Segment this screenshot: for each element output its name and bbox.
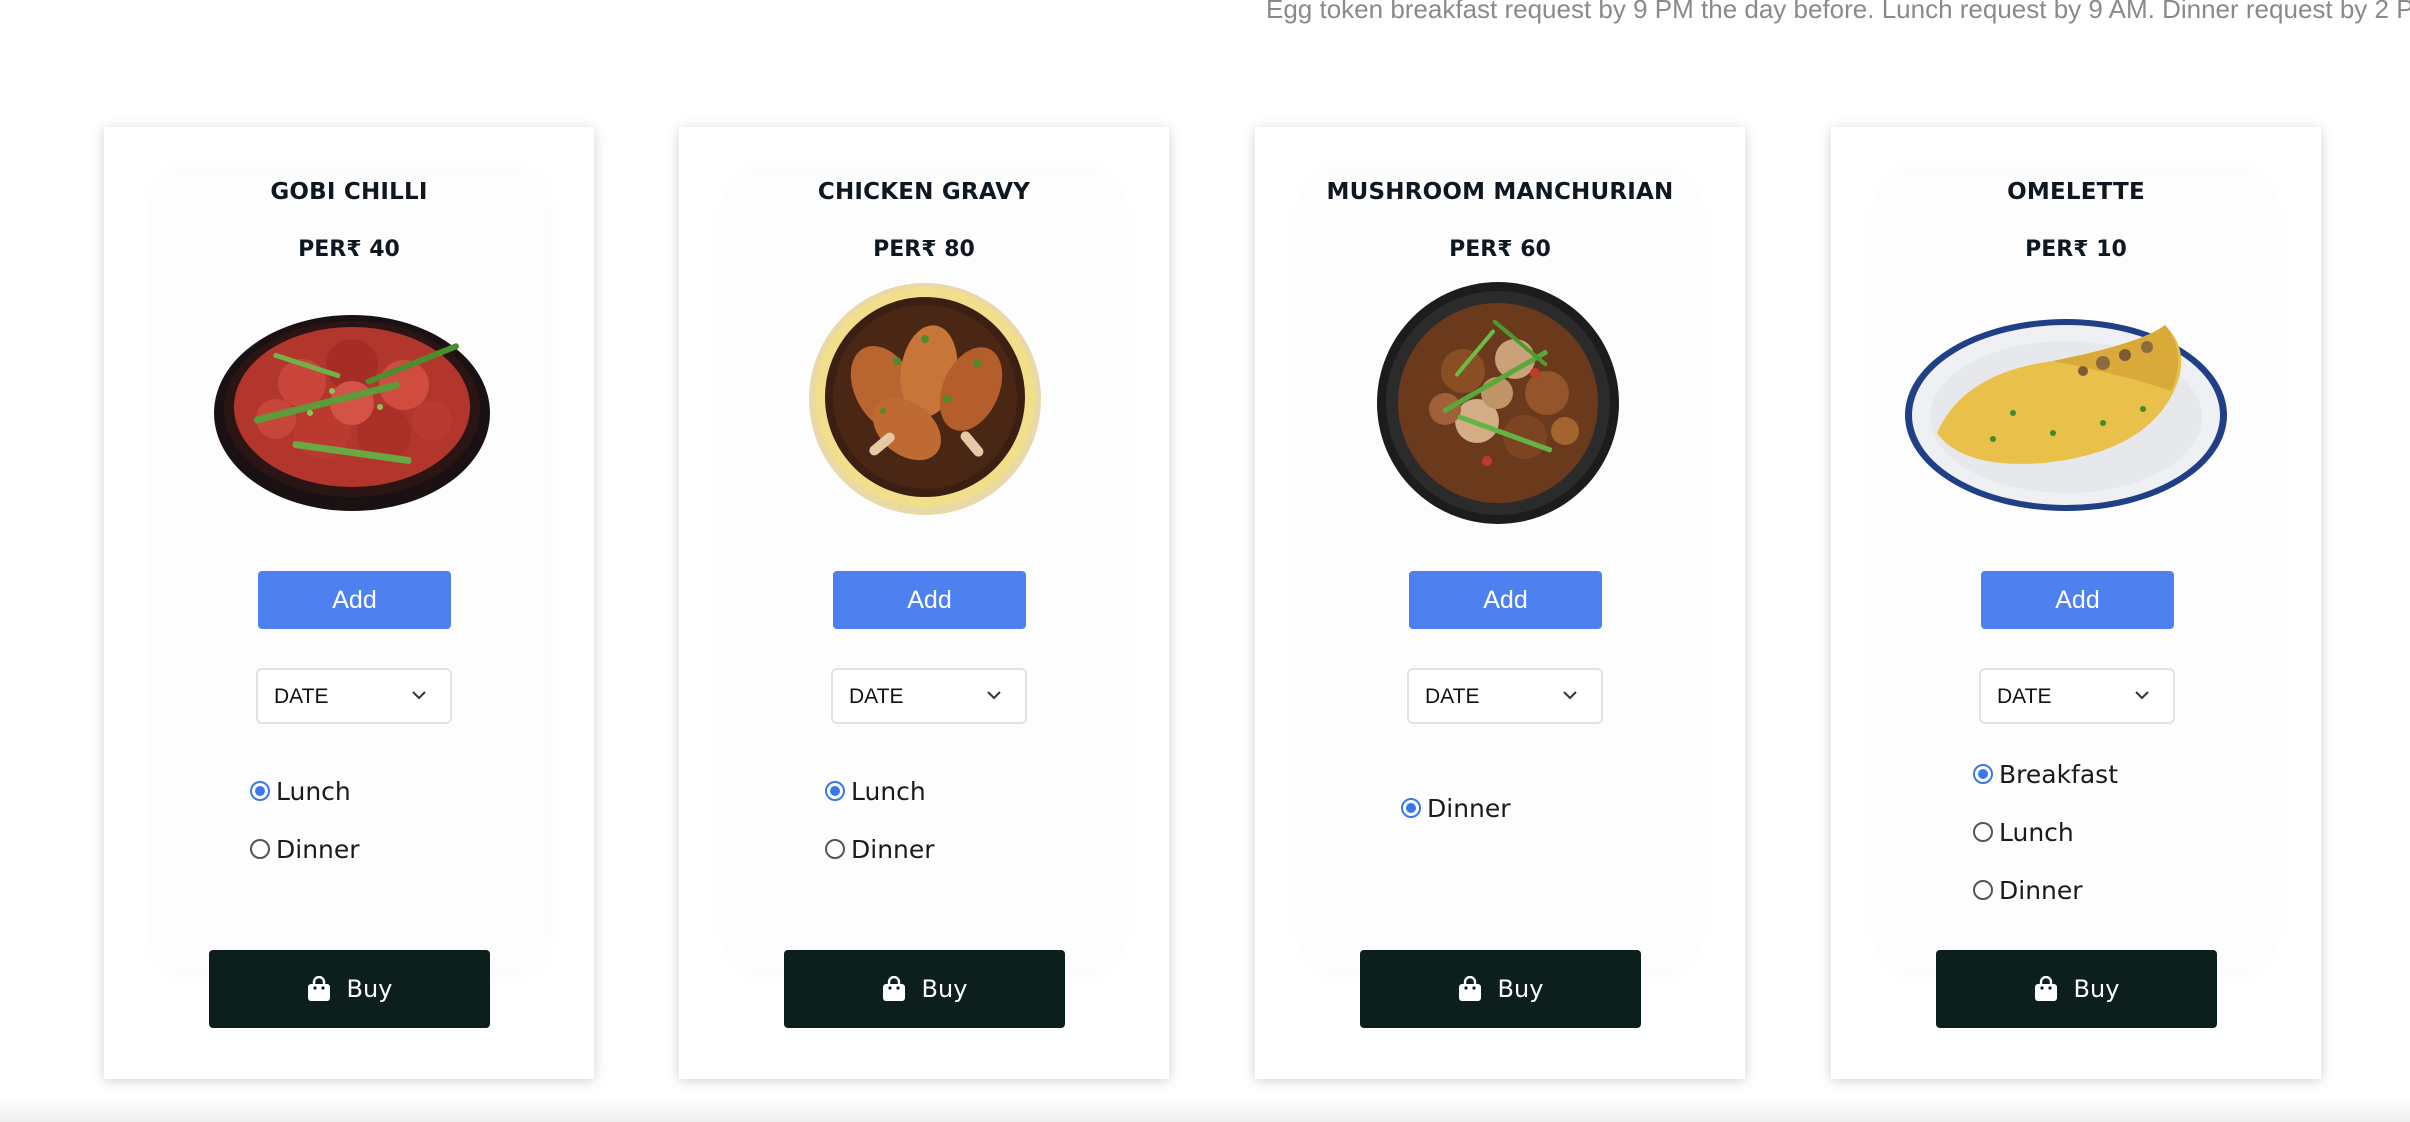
chicken-gravy-image xyxy=(809,283,1041,515)
buy-button[interactable]: Buy xyxy=(209,950,490,1028)
radio-button[interactable] xyxy=(1401,798,1421,818)
shopping-bag-icon xyxy=(882,976,905,1001)
date-dropdown-label: DATE xyxy=(849,685,904,708)
radio-label: Lunch xyxy=(276,776,351,806)
radio-button[interactable] xyxy=(1973,880,1993,900)
radio-option-dinner[interactable]: Dinner xyxy=(825,832,935,866)
chevron-down-icon xyxy=(412,691,426,700)
radio-label: Dinner xyxy=(1999,875,2083,905)
radio-button[interactable] xyxy=(825,781,845,801)
date-dropdown[interactable]: DATE xyxy=(1407,668,1603,724)
buy-label: Buy xyxy=(1497,975,1544,1003)
radio-label: Breakfast xyxy=(1999,759,2119,789)
product-card-omelette: OMELETTE PER₹ 10 Add DATE Breakfast Lunc… xyxy=(1831,127,2321,1079)
product-price: PER₹ 40 xyxy=(298,237,400,262)
radio-option-dinner[interactable]: Dinner xyxy=(1973,873,2083,907)
chevron-down-icon xyxy=(987,691,1001,700)
radio-option-dinner[interactable]: Dinner xyxy=(250,832,360,866)
radio-label: Lunch xyxy=(1999,817,2074,847)
radio-button[interactable] xyxy=(825,839,845,859)
bottom-scroll-shadow xyxy=(0,1098,2410,1122)
radio-button[interactable] xyxy=(250,839,270,859)
gobi-chilli-image xyxy=(214,315,490,511)
buy-label: Buy xyxy=(921,975,968,1003)
radio-label: Dinner xyxy=(276,834,360,864)
radio-option-breakfast[interactable]: Breakfast xyxy=(1973,757,2118,791)
radio-option-dinner[interactable]: Dinner xyxy=(1401,791,1511,825)
product-price: PER₹ 60 xyxy=(1449,237,1551,262)
product-card-chicken-gravy: CHICKEN GRAVY PER₹ 80 Add DATE Lunch Din… xyxy=(679,127,1169,1079)
radio-button[interactable] xyxy=(250,781,270,801)
date-dropdown[interactable]: DATE xyxy=(256,668,452,724)
radio-option-lunch[interactable]: Lunch xyxy=(1973,815,2074,849)
product-card-mushroom-manchurian: MUSHROOM MANCHURIAN PER₹ 60 Add DATE Din… xyxy=(1255,127,1745,1079)
buy-button[interactable]: Buy xyxy=(1936,950,2217,1028)
buy-label: Buy xyxy=(346,975,393,1003)
radio-option-lunch[interactable]: Lunch xyxy=(250,774,351,808)
radio-label: Dinner xyxy=(1427,793,1511,823)
product-card-gobi-chilli: GOBI CHILLI PER₹ 40 Add DATE Lunch Dinne… xyxy=(104,127,594,1079)
buy-button[interactable]: Buy xyxy=(784,950,1065,1028)
date-dropdown[interactable]: DATE xyxy=(1979,668,2175,724)
shopping-bag-icon xyxy=(307,976,330,1001)
omelette-image xyxy=(1905,319,2227,511)
buy-label: Buy xyxy=(2073,975,2120,1003)
date-dropdown-label: DATE xyxy=(274,685,329,708)
product-title: GOBI CHILLI xyxy=(270,179,428,205)
shopping-bag-icon xyxy=(1458,976,1481,1001)
add-button[interactable]: Add xyxy=(1409,571,1602,629)
radio-button[interactable] xyxy=(1973,822,1993,842)
product-title: OMELETTE xyxy=(2007,179,2145,205)
buy-button[interactable]: Buy xyxy=(1360,950,1641,1028)
radio-label: Dinner xyxy=(851,834,935,864)
chevron-down-icon xyxy=(1563,691,1577,700)
date-dropdown-label: DATE xyxy=(1997,685,2052,708)
add-button[interactable]: Add xyxy=(258,571,451,629)
shopping-bag-icon xyxy=(2034,976,2057,1001)
product-title: CHICKEN GRAVY xyxy=(817,179,1031,205)
radio-option-lunch[interactable]: Lunch xyxy=(825,774,926,808)
product-price: PER₹ 10 xyxy=(2025,237,2127,262)
product-grid: GOBI CHILLI PER₹ 40 Add DATE Lunch Dinne… xyxy=(0,0,2410,1122)
radio-label: Lunch xyxy=(851,776,926,806)
product-title: MUSHROOM MANCHURIAN xyxy=(1326,179,1674,205)
date-dropdown[interactable]: DATE xyxy=(831,668,1027,724)
mushroom-manchurian-image xyxy=(1377,282,1619,524)
add-button[interactable]: Add xyxy=(833,571,1026,629)
date-dropdown-label: DATE xyxy=(1425,685,1480,708)
add-button[interactable]: Add xyxy=(1981,571,2174,629)
chevron-down-icon xyxy=(2135,691,2149,700)
radio-button[interactable] xyxy=(1973,764,1993,784)
product-price: PER₹ 80 xyxy=(873,237,975,262)
